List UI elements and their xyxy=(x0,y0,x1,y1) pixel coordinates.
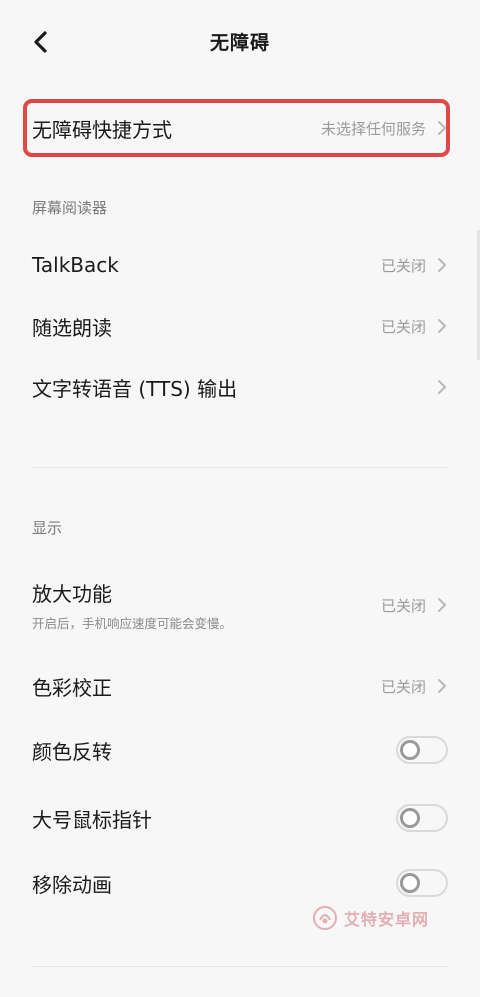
color-inversion-row[interactable]: 颜色反转 xyxy=(0,720,480,780)
chevron-right-icon xyxy=(436,596,448,614)
magnification-row[interactable]: 放大功能 开启后，手机响应速度可能会变慢。 已关闭 xyxy=(0,572,480,638)
talkback-label: TalkBack xyxy=(32,253,119,277)
chevron-right-icon xyxy=(436,119,448,137)
toggle-knob xyxy=(400,873,420,893)
color-correction-status: 已关闭 xyxy=(380,677,426,696)
large-pointer-row[interactable]: 大号鼠标指针 xyxy=(0,788,480,848)
select-to-speak-status: 已关闭 xyxy=(380,317,426,336)
magnification-description: 开启后，手机响应速度可能会变慢。 xyxy=(32,616,233,631)
remove-animations-row[interactable]: 移除动画 xyxy=(0,853,480,913)
large-pointer-toggle[interactable] xyxy=(396,804,448,832)
remove-animations-label: 移除动画 xyxy=(32,872,112,897)
section-divider xyxy=(32,966,448,967)
section-title-screen-reader: 屏幕阅读器 xyxy=(32,199,108,217)
chevron-right-icon xyxy=(436,317,448,335)
tts-output-row[interactable]: 文字转语音 (TTS) 输出 xyxy=(0,358,480,416)
chevron-right-icon xyxy=(436,677,448,695)
chevron-right-icon xyxy=(436,256,448,274)
talkback-status: 已关闭 xyxy=(380,256,426,275)
color-inversion-toggle[interactable] xyxy=(396,736,448,764)
watermark: 艾特安卓网 xyxy=(312,905,429,931)
talkback-row[interactable]: TalkBack 已关闭 xyxy=(0,236,480,294)
accessibility-shortcut-row[interactable]: 无障碍快捷方式 未选择任何服务 xyxy=(0,100,480,156)
shortcut-label: 无障碍快捷方式 xyxy=(32,117,172,142)
page-title: 无障碍 xyxy=(209,32,270,54)
remove-animations-toggle[interactable] xyxy=(396,869,448,897)
toggle-knob xyxy=(400,740,420,760)
section-title-display: 显示 xyxy=(32,519,63,537)
header-bar: 无障碍 xyxy=(0,0,480,86)
toggle-knob xyxy=(400,808,420,828)
magnification-label: 放大功能 xyxy=(32,582,112,606)
watermark-logo-icon xyxy=(313,906,337,930)
magnification-status: 已关闭 xyxy=(380,596,426,615)
tts-output-label: 文字转语音 (TTS) 输出 xyxy=(32,376,238,401)
section-divider xyxy=(32,467,448,468)
select-to-speak-label: 随选朗读 xyxy=(32,315,112,340)
color-correction-label: 色彩校正 xyxy=(32,675,112,700)
color-inversion-label: 颜色反转 xyxy=(32,739,112,764)
chevron-right-icon xyxy=(436,378,448,396)
select-to-speak-row[interactable]: 随选朗读 已关闭 xyxy=(0,297,480,355)
watermark-text: 艾特安卓网 xyxy=(344,910,430,929)
shortcut-value: 未选择任何服务 xyxy=(320,119,426,138)
large-pointer-label: 大号鼠标指针 xyxy=(32,807,152,832)
color-correction-row[interactable]: 色彩校正 已关闭 xyxy=(0,657,480,715)
